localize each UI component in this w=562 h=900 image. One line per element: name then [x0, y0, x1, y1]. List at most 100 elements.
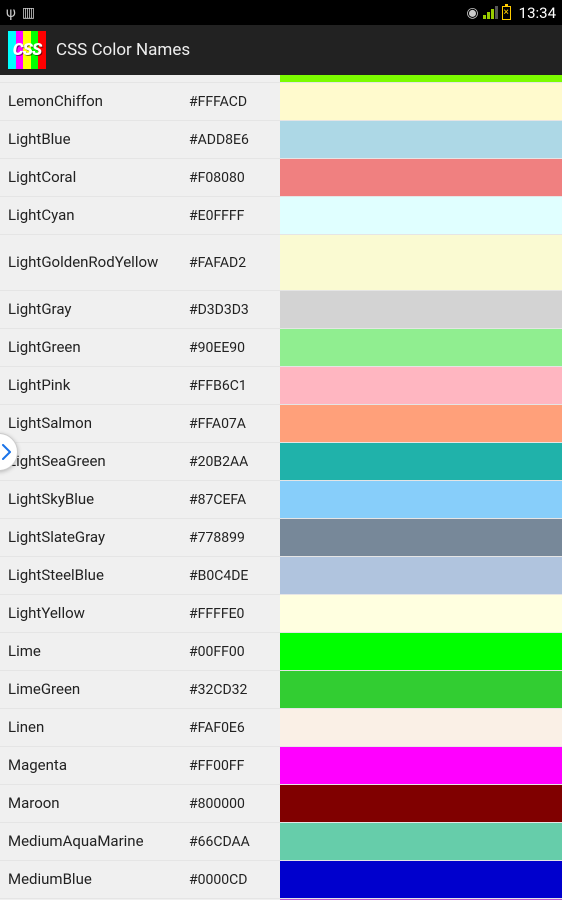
color-row[interactable]: Linen#FAF0E6: [0, 709, 562, 747]
color-hex: #ADD8E6: [185, 121, 280, 158]
clock: 13:34: [519, 4, 556, 22]
color-row[interactable]: Magenta#FF00FF: [0, 747, 562, 785]
color-hex: #D3D3D3: [185, 291, 280, 328]
statusbar: ψ ▥ ◉ 13:34: [0, 0, 562, 25]
color-hex: [185, 75, 280, 82]
color-hex: #20B2AA: [185, 443, 280, 480]
color-swatch: [280, 329, 562, 366]
color-swatch: [280, 405, 562, 442]
color-hex: #FAFAD2: [185, 235, 280, 290]
color-swatch: [280, 557, 562, 594]
color-hex: #FFFFE0: [185, 595, 280, 632]
color-name: MediumBlue: [0, 861, 185, 898]
color-hex: #E0FFFF: [185, 197, 280, 234]
color-name: Lime: [0, 633, 185, 670]
color-swatch: [280, 159, 562, 196]
color-row[interactable]: LightYellow#FFFFE0: [0, 595, 562, 633]
color-swatch: [280, 671, 562, 708]
color-swatch: [280, 235, 562, 290]
color-swatch: [280, 197, 562, 234]
color-row[interactable]: LightSkyBlue#87CEFA: [0, 481, 562, 519]
color-hex: #800000: [185, 785, 280, 822]
color-swatch: [280, 121, 562, 158]
color-row[interactable]: LightCyan#E0FFFF: [0, 197, 562, 235]
eye-icon: ◉: [466, 5, 478, 21]
color-row[interactable]: LightSalmon#FFA07A: [0, 405, 562, 443]
color-name: LightGoldenRodYellow: [0, 235, 185, 290]
color-name: LightGray: [0, 291, 185, 328]
color-row[interactable]: LightSlateGray#778899: [0, 519, 562, 557]
color-swatch: [280, 595, 562, 632]
color-name: LightSalmon: [0, 405, 185, 442]
color-hex: #FAF0E6: [185, 709, 280, 746]
color-swatch: [280, 785, 562, 822]
color-hex: #66CDAA: [185, 823, 280, 860]
color-row[interactable]: LightGray#D3D3D3: [0, 291, 562, 329]
color-hex: #FF00FF: [185, 747, 280, 784]
color-name: LightBlue: [0, 121, 185, 158]
color-name: LimeGreen: [0, 671, 185, 708]
color-hex: #87CEFA: [185, 481, 280, 518]
color-hex: #90EE90: [185, 329, 280, 366]
color-hex: #B0C4DE: [185, 557, 280, 594]
signal-icon: [483, 6, 498, 19]
color-swatch: [280, 83, 562, 120]
color-hex: #FFFACD: [185, 83, 280, 120]
color-row[interactable]: LemonChiffon#FFFACD: [0, 83, 562, 121]
color-name: Magenta: [0, 747, 185, 784]
color-hex: #FFA07A: [185, 405, 280, 442]
color-row[interactable]: MediumBlue#0000CD: [0, 861, 562, 899]
color-name: LightSteelBlue: [0, 557, 185, 594]
color-hex: #0000CD: [185, 861, 280, 898]
color-name: LemonChiffon: [0, 83, 185, 120]
appbar: CSS CSS Color Names: [0, 25, 562, 75]
color-swatch: [280, 747, 562, 784]
color-row[interactable]: LightGoldenRodYellow#FAFAD2: [0, 235, 562, 291]
color-name: LightSlateGray: [0, 519, 185, 556]
battery-icon: [502, 6, 511, 20]
color-hex: #778899: [185, 519, 280, 556]
color-swatch: [280, 709, 562, 746]
app-icon[interactable]: CSS: [8, 31, 46, 69]
color-swatch: [280, 75, 562, 82]
color-name: LightYellow: [0, 595, 185, 632]
color-list[interactable]: LemonChiffon#FFFACDLightBlue#ADD8E6Light…: [0, 75, 562, 900]
color-name: LightSkyBlue: [0, 481, 185, 518]
color-swatch: [280, 367, 562, 404]
color-name: [0, 75, 185, 82]
color-row[interactable]: LimeGreen#32CD32: [0, 671, 562, 709]
color-name: LightPink: [0, 367, 185, 404]
color-row-partial-top[interactable]: [0, 75, 562, 83]
color-swatch: [280, 861, 562, 898]
color-row[interactable]: LightSteelBlue#B0C4DE: [0, 557, 562, 595]
color-name: Linen: [0, 709, 185, 746]
color-name: MediumAquaMarine: [0, 823, 185, 860]
sd-icon: ▥: [22, 5, 35, 21]
color-name: LightSeaGreen: [0, 443, 185, 480]
color-name: LightCyan: [0, 197, 185, 234]
color-name: LightCoral: [0, 159, 185, 196]
color-row[interactable]: LightGreen#90EE90: [0, 329, 562, 367]
app-icon-text: CSS: [8, 31, 46, 69]
color-hex: #32CD32: [185, 671, 280, 708]
usb-icon: ψ: [6, 5, 16, 21]
color-swatch: [280, 633, 562, 670]
color-row[interactable]: LightSeaGreen#20B2AA: [0, 443, 562, 481]
color-swatch: [280, 291, 562, 328]
color-swatch: [280, 519, 562, 556]
color-name: Maroon: [0, 785, 185, 822]
color-name: LightGreen: [0, 329, 185, 366]
color-row[interactable]: LightBlue#ADD8E6: [0, 121, 562, 159]
color-row[interactable]: LightCoral#F08080: [0, 159, 562, 197]
color-hex: #FFB6C1: [185, 367, 280, 404]
color-swatch: [280, 823, 562, 860]
chevron-right-icon: [1, 444, 13, 460]
color-row[interactable]: MediumAquaMarine#66CDAA: [0, 823, 562, 861]
color-hex: #00FF00: [185, 633, 280, 670]
app-title: CSS Color Names: [56, 40, 190, 60]
color-row[interactable]: Lime#00FF00: [0, 633, 562, 671]
color-swatch: [280, 481, 562, 518]
color-row[interactable]: LightPink#FFB6C1: [0, 367, 562, 405]
color-swatch: [280, 443, 562, 480]
color-row[interactable]: Maroon#800000: [0, 785, 562, 823]
